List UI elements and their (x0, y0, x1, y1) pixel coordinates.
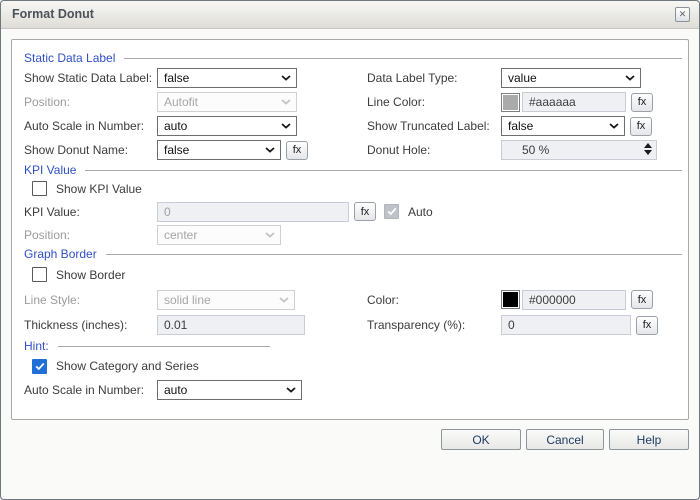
chevron-down-icon (281, 123, 291, 129)
show-border-label: Show Border (56, 268, 125, 282)
position-dropdown-disabled: Autofit (157, 92, 297, 112)
transparency-fx-button[interactable]: fx (636, 316, 658, 335)
thickness-input[interactable] (157, 315, 305, 335)
border-color-label: Color: (367, 293, 501, 307)
spin-up-icon[interactable] (644, 143, 652, 148)
row-line-style: Line Style: solid line Color: fx (12, 287, 688, 312)
transparency-label: Transparency (%): (367, 318, 501, 332)
show-truncated-label-fx-button[interactable]: fx (630, 117, 652, 136)
line-color-input[interactable] (522, 92, 626, 112)
help-button[interactable]: Help (609, 429, 689, 450)
section-heading: Static Data Label (24, 51, 115, 65)
row-position-static: Position: Autofit Line Color: fx (12, 90, 688, 114)
section-heading: KPI Value (24, 163, 76, 177)
close-icon: ✕ (679, 9, 687, 19)
show-static-data-label-label: Show Static Data Label: (24, 71, 157, 85)
show-donut-name-dropdown[interactable]: false (157, 140, 281, 160)
chevron-down-icon (281, 75, 291, 81)
show-kpi-value-label: Show KPI Value (56, 182, 142, 196)
row-show-donut-name: Show Donut Name: false fx Donut Hole: (12, 138, 688, 162)
content-panel: Static Data Label Show Static Data Label… (11, 39, 689, 420)
show-border-checkbox[interactable] (32, 267, 47, 282)
show-donut-name-fx-button[interactable]: fx (286, 141, 308, 160)
dialog-button-row: OK Cancel Help (441, 429, 689, 450)
section-rule (124, 58, 682, 59)
section-hint: Hint: (12, 338, 682, 354)
section-rule (85, 170, 682, 171)
chevron-down-icon (265, 147, 275, 153)
line-style-dropdown-disabled: solid line (157, 290, 295, 310)
section-heading: Hint: (24, 339, 49, 353)
row-show-static-data-label: Show Static Data Label: false Data Label… (12, 66, 688, 90)
line-color-fx-button[interactable]: fx (631, 93, 653, 112)
section-static-data-label: Static Data Label (12, 50, 682, 66)
chevron-down-icon (281, 99, 291, 105)
row-position-kpi: Position: center (12, 224, 688, 246)
kpi-value-input (157, 202, 349, 222)
kpi-value-fx-button[interactable]: fx (354, 202, 376, 221)
line-color-label: Line Color: (367, 95, 501, 109)
auto-scale-dropdown[interactable]: auto (157, 116, 297, 136)
chevron-down-icon (279, 297, 289, 303)
thickness-label: Thickness (inches): (24, 318, 157, 332)
close-button[interactable]: ✕ (675, 7, 690, 22)
show-truncated-label-label: Show Truncated Label: (367, 119, 501, 133)
position-label: Position: (24, 95, 157, 109)
kpi-position-label: Position: (24, 228, 157, 242)
section-rule (106, 254, 682, 255)
row-auto-scale-hint: Auto Scale in Number: auto (12, 378, 688, 402)
data-label-type-label: Data Label Type: (367, 71, 501, 85)
section-heading: Graph Border (24, 247, 97, 261)
show-donut-name-label: Show Donut Name: (24, 143, 157, 157)
chevron-down-icon (265, 232, 275, 238)
show-truncated-label-dropdown[interactable]: false (501, 116, 625, 136)
ok-button[interactable]: OK (441, 429, 521, 450)
kpi-value-label: KPI Value: (24, 205, 157, 219)
section-graph-border: Graph Border (12, 246, 682, 262)
show-category-series-label: Show Category and Series (56, 359, 199, 373)
row-show-category-series: Show Category and Series (12, 354, 688, 378)
donut-hole-spinner (501, 140, 657, 160)
border-color-fx-button[interactable]: fx (631, 290, 653, 309)
row-auto-scale-static: Auto Scale in Number: auto Show Truncate… (12, 114, 688, 138)
chevron-down-icon (609, 123, 619, 129)
data-label-type-dropdown[interactable]: value (501, 68, 641, 88)
dialog-title: Format Donut (12, 1, 94, 28)
row-show-kpi-value: Show KPI Value (12, 178, 688, 199)
dialog-titlebar[interactable]: Format Donut ✕ (1, 1, 699, 29)
donut-hole-label: Donut Hole: (367, 143, 501, 157)
transparency-input[interactable] (501, 315, 631, 335)
row-kpi-value: KPI Value: fx Auto (12, 199, 688, 224)
chevron-down-icon (286, 387, 296, 393)
auto-scale-hint-dropdown[interactable]: auto (157, 380, 302, 400)
section-kpi-value: KPI Value (12, 162, 682, 178)
donut-hole-input[interactable] (501, 140, 657, 160)
kpi-auto-checkbox (384, 204, 399, 219)
show-category-series-checkbox[interactable] (32, 359, 47, 374)
kpi-position-dropdown-disabled: center (157, 225, 281, 245)
row-thickness: Thickness (inches): Transparency (%): fx (12, 312, 688, 338)
cancel-button[interactable]: Cancel (526, 429, 604, 450)
section-rule (58, 346, 270, 347)
line-color-swatch[interactable] (501, 93, 520, 112)
format-donut-dialog: Format Donut ✕ Static Data Label Show St… (0, 0, 700, 500)
border-color-swatch[interactable] (501, 290, 520, 309)
spin-down-icon[interactable] (644, 150, 652, 155)
auto-scale-hint-label: Auto Scale in Number: (24, 383, 157, 397)
auto-scale-label: Auto Scale in Number: (24, 119, 157, 133)
row-show-border: Show Border (12, 262, 688, 287)
kpi-auto-label: Auto (408, 205, 433, 219)
line-style-label: Line Style: (24, 293, 157, 307)
chevron-down-icon (625, 75, 635, 81)
show-kpi-value-checkbox[interactable] (32, 181, 47, 196)
border-color-input[interactable] (522, 290, 626, 310)
show-static-data-label-dropdown[interactable]: false (157, 68, 297, 88)
